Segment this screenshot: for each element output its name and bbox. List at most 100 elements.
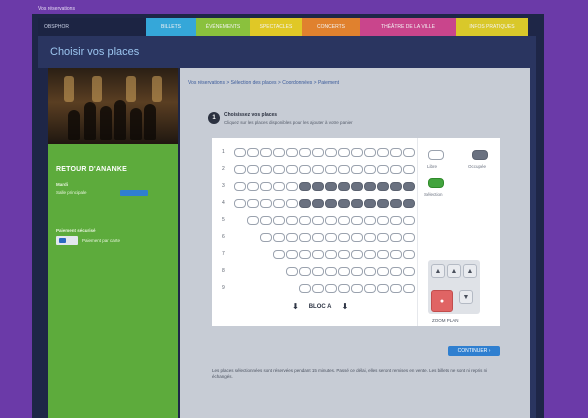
seat-available[interactable] (403, 250, 415, 259)
seat-available[interactable] (377, 284, 389, 293)
nav-tab[interactable]: THÉÂTRE DE LA VILLE (360, 18, 456, 36)
seat-available[interactable] (364, 216, 376, 225)
zoom-up-icon[interactable]: ▲ (447, 264, 461, 278)
seat-available[interactable] (403, 233, 415, 242)
seat-available[interactable] (286, 250, 298, 259)
seat-available[interactable] (390, 250, 402, 259)
seat-available[interactable] (377, 250, 389, 259)
seat-available[interactable] (390, 233, 402, 242)
seat-available[interactable] (377, 165, 389, 174)
seat-available[interactable] (273, 199, 285, 208)
seat-available[interactable] (260, 233, 272, 242)
seat-available[interactable] (273, 233, 285, 242)
seat-available[interactable] (260, 182, 272, 191)
seat-available[interactable] (234, 148, 246, 157)
arrow-left-icon[interactable]: ⬇ (292, 302, 299, 311)
breadcrumb[interactable]: Vos réservations > Sélection des places … (188, 80, 339, 86)
seat-available[interactable] (260, 216, 272, 225)
seat-available[interactable] (273, 250, 285, 259)
seat-available[interactable] (403, 284, 415, 293)
seat-available[interactable] (325, 284, 337, 293)
seat-available[interactable] (299, 267, 311, 276)
seat-available[interactable] (234, 199, 246, 208)
seat-available[interactable] (338, 267, 350, 276)
seat-available[interactable] (364, 165, 376, 174)
seat-available[interactable] (403, 216, 415, 225)
seat-available[interactable] (286, 216, 298, 225)
seat-available[interactable] (299, 284, 311, 293)
seat-available[interactable] (299, 165, 311, 174)
seat-available[interactable] (390, 216, 402, 225)
seat-available[interactable] (403, 165, 415, 174)
arrow-right-icon[interactable]: ⬇ (341, 302, 348, 311)
seat-available[interactable] (364, 233, 376, 242)
seat-available[interactable] (351, 267, 363, 276)
seat-available[interactable] (351, 250, 363, 259)
seat-available[interactable] (247, 148, 259, 157)
seat-available[interactable] (234, 182, 246, 191)
nav-tab[interactable]: BILLETS (146, 18, 196, 36)
seat-available[interactable] (351, 165, 363, 174)
nav-tab[interactable]: ÉVÉNEMENTS (196, 18, 250, 36)
nav-tab[interactable]: CONCERTS (302, 18, 360, 36)
seat-available[interactable] (364, 267, 376, 276)
zoom-out-icon[interactable]: ▼ (459, 290, 473, 304)
seat-available[interactable] (325, 267, 337, 276)
seat-available[interactable] (247, 182, 259, 191)
seat-available[interactable] (351, 148, 363, 157)
zoom-up-right-icon[interactable]: ▲ (463, 264, 477, 278)
seat-available[interactable] (325, 250, 337, 259)
seat-available[interactable] (325, 216, 337, 225)
nav-tab[interactable]: INFOS PRATIQUES (456, 18, 528, 36)
seat-available[interactable] (273, 165, 285, 174)
seat-available[interactable] (338, 284, 350, 293)
seat-available[interactable] (364, 148, 376, 157)
seat-available[interactable] (247, 165, 259, 174)
seat-available[interactable] (338, 165, 350, 174)
seat-available[interactable] (260, 199, 272, 208)
seat-available[interactable] (286, 165, 298, 174)
seat-available[interactable] (338, 233, 350, 242)
seat-available[interactable] (351, 233, 363, 242)
seat-available[interactable] (377, 216, 389, 225)
seat-available[interactable] (325, 233, 337, 242)
seat-available[interactable] (247, 216, 259, 225)
seat-available[interactable] (286, 148, 298, 157)
seat-available[interactable] (273, 182, 285, 191)
seat-available[interactable] (312, 267, 324, 276)
seat-available[interactable] (312, 284, 324, 293)
seat-available[interactable] (377, 148, 389, 157)
seat-available[interactable] (286, 182, 298, 191)
seat-available[interactable] (338, 148, 350, 157)
seat-available[interactable] (338, 250, 350, 259)
seat-available[interactable] (351, 284, 363, 293)
seat-available[interactable] (312, 233, 324, 242)
seat-available[interactable] (260, 148, 272, 157)
seat-available[interactable] (364, 250, 376, 259)
brand-logo[interactable]: OBSPHOR (38, 18, 146, 36)
seat-available[interactable] (234, 165, 246, 174)
seat-available[interactable] (390, 284, 402, 293)
seat-available[interactable] (364, 284, 376, 293)
seat-available[interactable] (325, 165, 337, 174)
seat-available[interactable] (312, 148, 324, 157)
seat-available[interactable] (390, 267, 402, 276)
seat-available[interactable] (377, 267, 389, 276)
seat-available[interactable] (390, 165, 402, 174)
seat-available[interactable] (403, 148, 415, 157)
seat-available[interactable] (338, 216, 350, 225)
seat-available[interactable] (403, 267, 415, 276)
seat-available[interactable] (299, 216, 311, 225)
zoom-up-left-icon[interactable]: ▲ (431, 264, 445, 278)
seat-available[interactable] (377, 233, 389, 242)
seat-available[interactable] (286, 199, 298, 208)
seat-available[interactable] (312, 250, 324, 259)
zoom-center-button[interactable]: ● (431, 290, 453, 312)
seat-available[interactable] (312, 216, 324, 225)
continue-button[interactable]: CONTINUER › (448, 346, 500, 356)
seat-available[interactable] (299, 148, 311, 157)
seat-available[interactable] (273, 216, 285, 225)
nav-tab[interactable]: SPECTACLES (250, 18, 302, 36)
venue-link-badge[interactable] (120, 190, 148, 196)
seat-available[interactable] (273, 148, 285, 157)
